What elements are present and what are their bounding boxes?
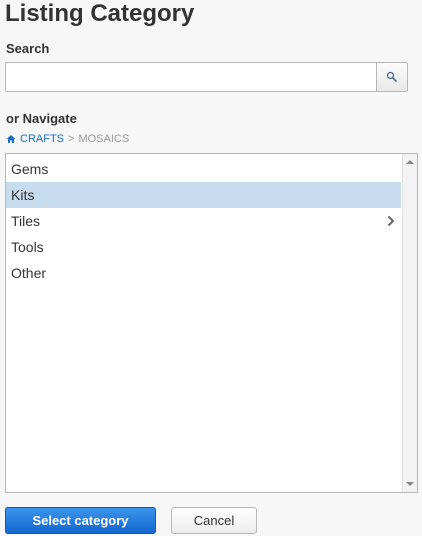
scrollbar[interactable] — [402, 154, 417, 492]
breadcrumb-separator: > — [68, 133, 75, 145]
select-category-button[interactable]: Select category — [5, 507, 156, 534]
breadcrumb-current: MOSAICS — [78, 133, 130, 145]
category-item-tools[interactable]: Tools — [6, 234, 401, 260]
search-box — [5, 62, 408, 92]
search-icon — [386, 71, 398, 83]
page-title: Listing Category — [5, 0, 195, 27]
home-icon[interactable] — [6, 134, 16, 144]
category-item-label: Tools — [11, 239, 44, 255]
cancel-button[interactable]: Cancel — [171, 507, 257, 534]
category-item-tiles[interactable]: Tiles — [6, 208, 401, 234]
category-item-kits[interactable]: Kits — [6, 182, 401, 208]
navigate-label: or Navigate — [6, 111, 77, 126]
breadcrumb: CRAFTS > MOSAICS — [6, 133, 129, 145]
category-item-label: Gems — [11, 161, 49, 177]
scroll-up-arrow-icon[interactable] — [406, 160, 414, 164]
chevron-right-icon[interactable] — [387, 208, 395, 234]
category-item-label: Kits — [11, 187, 35, 203]
search-label: Search — [6, 41, 50, 56]
category-item-label: Tiles — [11, 213, 41, 229]
category-list[interactable]: Gems Kits Tiles Tools Other — [5, 153, 418, 493]
category-item-other[interactable]: Other — [6, 260, 401, 286]
breadcrumb-crafts-link[interactable]: CRAFTS — [20, 133, 64, 145]
category-item-label: Other — [11, 265, 47, 281]
category-item-gems[interactable]: Gems — [6, 156, 401, 182]
scroll-down-arrow-icon[interactable] — [406, 482, 414, 486]
search-button[interactable] — [376, 62, 408, 92]
search-input[interactable] — [5, 62, 377, 92]
